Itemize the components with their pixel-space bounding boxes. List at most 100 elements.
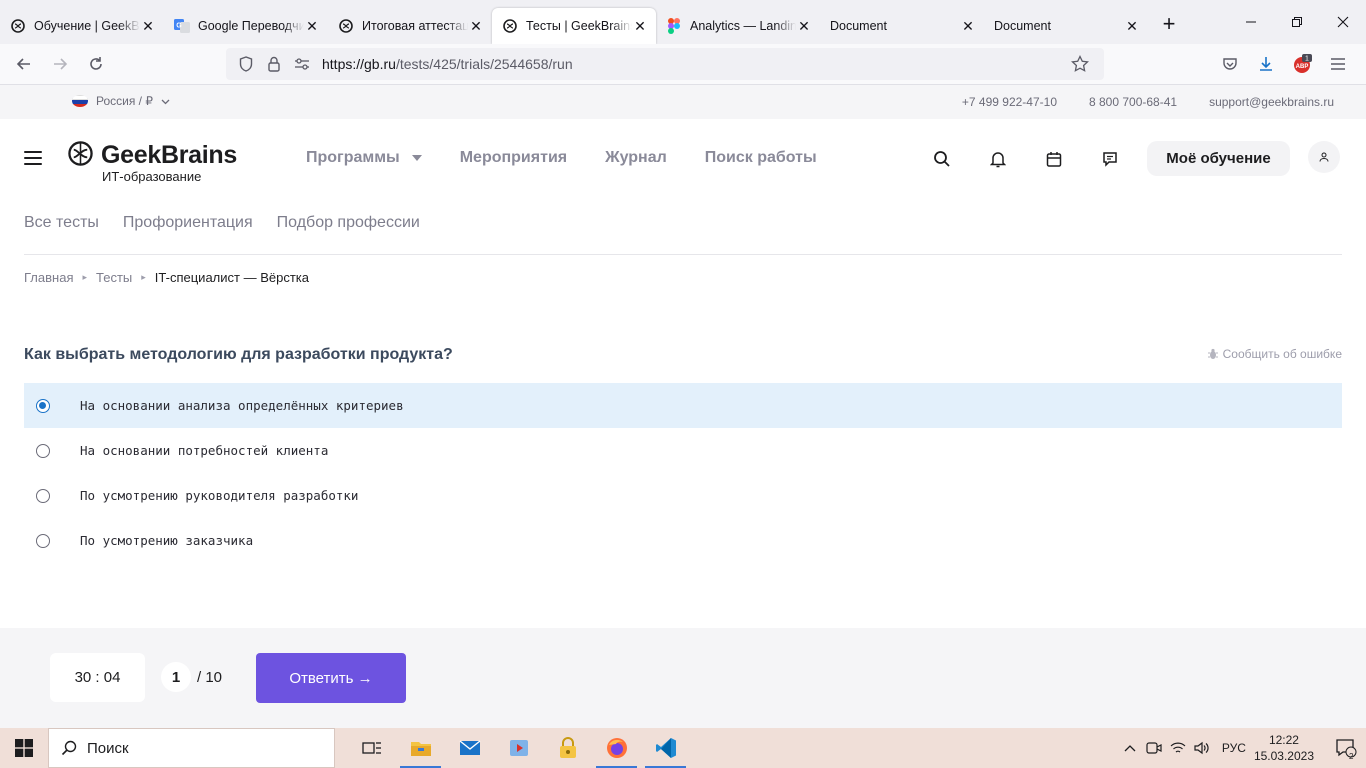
header-icons <box>930 147 1122 171</box>
geekbrains-icon <box>338 18 354 34</box>
wifi-icon[interactable] <box>1166 741 1190 755</box>
menu-icon[interactable] <box>1320 48 1356 80</box>
nav-programs[interactable]: Программы <box>306 149 422 167</box>
url-text[interactable]: https://gb.ru/tests/425/trials/2544658/r… <box>322 56 1068 72</box>
browser-tab[interactable]: Обучение | GeekBrains ✕ <box>0 8 164 44</box>
subnav-profession-match[interactable]: Подбор профессии <box>277 214 420 232</box>
browser-tab[interactable]: G Google Переводчик ✕ <box>164 8 328 44</box>
lock-icon[interactable] <box>262 52 286 76</box>
adblock-icon[interactable]: ABP 1 <box>1284 48 1320 80</box>
shield-icon[interactable] <box>234 52 258 76</box>
answer-option[interactable]: На основании анализа определённых критер… <box>24 383 1342 428</box>
radio-button-checked[interactable] <box>36 398 50 413</box>
firefox-icon[interactable] <box>592 728 641 768</box>
submit-answer-button[interactable]: Ответить → <box>256 653 406 703</box>
volume-icon[interactable] <box>1190 741 1214 755</box>
file-explorer-icon[interactable] <box>396 728 445 768</box>
forward-icon[interactable] <box>42 48 78 80</box>
breadcrumb-home[interactable]: Главная <box>24 270 73 285</box>
url-host: https://gb.ru <box>322 56 396 72</box>
subnav-career-guidance[interactable]: Профориентация <box>123 214 253 232</box>
divider <box>24 254 1342 255</box>
windows-start-icon[interactable] <box>0 728 48 768</box>
question-counter: 1 / 10 <box>161 662 222 692</box>
mail-icon[interactable] <box>445 728 494 768</box>
geekbrains-logo-icon <box>68 141 93 166</box>
close-icon[interactable]: ✕ <box>632 18 648 34</box>
nav-events[interactable]: Мероприятия <box>460 149 567 167</box>
taskbar-search-input[interactable]: Поиск <box>48 728 335 768</box>
geekbrains-icon <box>10 18 26 34</box>
meet-now-icon[interactable] <box>1142 741 1166 755</box>
browser-tab[interactable]: Document ✕ <box>984 8 1148 44</box>
radio-button[interactable] <box>36 488 50 503</box>
phone-link[interactable]: 8 800 700-68-41 <box>1089 95 1177 109</box>
answer-option-label: На основании анализа определённых критер… <box>80 398 404 413</box>
chevron-up-icon[interactable] <box>1118 744 1142 752</box>
chat-icon[interactable] <box>1098 147 1122 171</box>
avatar[interactable] <box>1308 141 1340 173</box>
vscode-icon[interactable] <box>641 728 690 768</box>
close-icon[interactable]: ✕ <box>1124 18 1140 34</box>
new-tab-button[interactable]: + <box>1154 10 1184 40</box>
browser-tab[interactable]: Итоговая аттестация ✕ <box>328 8 492 44</box>
breadcrumb-separator-icon: ▸ <box>82 272 88 282</box>
total-questions: / 10 <box>197 668 223 686</box>
minimize-icon[interactable] <box>1228 0 1274 44</box>
radio-button[interactable] <box>36 533 50 548</box>
close-icon[interactable]: ✕ <box>796 18 812 34</box>
region-selector[interactable]: Россия / ₽ <box>72 94 170 108</box>
notifications-icon[interactable]: 2 <box>1326 738 1366 761</box>
calendar-icon[interactable] <box>1042 147 1066 171</box>
logo-subtitle: ИТ-образование <box>102 169 202 184</box>
hamburger-menu-icon[interactable] <box>24 151 42 165</box>
breadcrumb-tests[interactable]: Тесты <box>96 270 132 285</box>
nav-journal[interactable]: Журнал <box>605 149 667 167</box>
back-icon[interactable] <box>6 48 42 80</box>
chevron-down-icon <box>161 94 170 108</box>
clock-date: 15.03.2023 <box>1253 749 1314 763</box>
breadcrumb-separator-icon: ▸ <box>141 272 146 282</box>
close-icon[interactable]: ✕ <box>140 18 156 34</box>
browser-tabstrip: Обучение | GeekBrains ✕ G Google Перевод… <box>0 0 1366 44</box>
language-indicator[interactable]: РУС <box>1222 741 1246 755</box>
system-tray: РУС 12:22 15.03.2023 2 <box>1118 728 1366 768</box>
taskbar-search-placeholder: Поиск <box>87 739 129 757</box>
task-view-icon[interactable] <box>347 728 396 768</box>
permissions-icon[interactable] <box>290 52 314 76</box>
media-player-icon[interactable] <box>494 728 543 768</box>
tab-title: Analytics — Landing <box>690 19 796 33</box>
logo[interactable]: GeekBrains ИТ-образование <box>68 141 237 184</box>
bell-icon[interactable] <box>986 147 1010 171</box>
report-error-link[interactable]: Сообщить об ошибке <box>1207 347 1342 361</box>
close-icon[interactable]: ✕ <box>304 18 320 34</box>
email-link[interactable]: support@geekbrains.ru <box>1209 95 1334 109</box>
close-window-icon[interactable] <box>1320 0 1366 44</box>
nav-jobs[interactable]: Поиск работы <box>705 149 817 167</box>
clock[interactable]: 12:22 15.03.2023 <box>1254 732 1314 764</box>
answer-option[interactable]: По усмотрению руководителя разработки <box>24 473 1342 518</box>
subnav-all-tests[interactable]: Все тесты <box>24 214 99 232</box>
close-icon[interactable]: ✕ <box>960 18 976 34</box>
browser-tab-active[interactable]: Тесты | GeekBrains - ✕ <box>492 8 656 44</box>
browser-tab[interactable]: Analytics — Landing ✕ <box>656 8 820 44</box>
download-icon[interactable] <box>1248 48 1284 80</box>
address-bar[interactable]: https://gb.ru/tests/425/trials/2544658/r… <box>226 48 1104 80</box>
search-icon[interactable] <box>930 147 954 171</box>
bookmark-star-icon[interactable] <box>1068 52 1092 76</box>
close-icon[interactable]: ✕ <box>468 18 484 34</box>
answer-option[interactable]: На основании потребностей клиента <box>24 428 1342 473</box>
reload-icon[interactable] <box>78 48 114 80</box>
my-learning-button[interactable]: Моё обучение <box>1147 141 1290 176</box>
pocket-icon[interactable] <box>1212 48 1248 80</box>
lock-app-icon[interactable] <box>543 728 592 768</box>
answer-option[interactable]: По усмотрению заказчика <box>24 518 1342 563</box>
answer-option-label: На основании потребностей клиента <box>80 443 329 458</box>
restore-icon[interactable] <box>1274 0 1320 44</box>
browser-navbar: https://gb.ru/tests/425/trials/2544658/r… <box>0 44 1366 85</box>
browser-tab[interactable]: Document ✕ <box>820 8 984 44</box>
radio-button[interactable] <box>36 443 50 458</box>
phone-link[interactable]: +7 499 922-47-10 <box>962 95 1057 109</box>
geekbrains-icon <box>502 18 518 34</box>
notification-count: 2 <box>1349 752 1354 761</box>
